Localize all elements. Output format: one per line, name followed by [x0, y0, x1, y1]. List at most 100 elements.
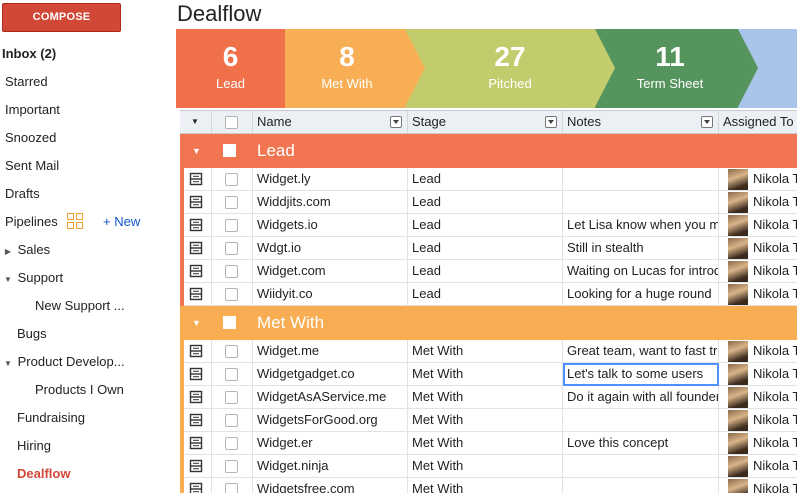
stage-term-sheet[interactable]: 11 Term Sheet — [595, 29, 738, 108]
row-expand-cell[interactable] — [180, 191, 212, 214]
cell-name[interactable]: WidgetsForGood.org — [253, 409, 408, 432]
expand-row-icon[interactable] — [189, 195, 203, 209]
row-expand-cell[interactable] — [180, 214, 212, 237]
cell-stage[interactable]: Met With — [408, 455, 563, 478]
caret-down-icon[interactable]: ▼ — [2, 350, 14, 376]
row-checkbox[interactable] — [225, 219, 238, 232]
cell-assigned[interactable]: Nikola T — [749, 283, 797, 306]
sidebar-item-dealflow[interactable]: Dealflow — [0, 460, 176, 488]
table-row[interactable]: Wiidyit.co Lead Looking for a huge round Ni… — [180, 283, 797, 306]
cell-notes[interactable]: Love this concept — [563, 432, 719, 455]
row-select-cell[interactable] — [212, 432, 253, 455]
row-checkbox[interactable] — [225, 173, 238, 186]
cell-assigned[interactable]: Nikola T — [749, 432, 797, 455]
table-row[interactable]: Widget.ninja Met With Nikola T — [180, 455, 797, 478]
cell-assigned[interactable]: Nikola T — [749, 191, 797, 214]
sidebar-item-new-support[interactable]: New Support ... — [0, 292, 176, 320]
row-expand-cell[interactable] — [180, 432, 212, 455]
cell-name[interactable]: Widgetgadget.co — [253, 363, 408, 386]
group-header[interactable]: ▼ Met With — [180, 306, 797, 340]
group-checkbox[interactable] — [223, 316, 236, 329]
header-name[interactable]: Name — [253, 111, 408, 133]
cell-assigned[interactable]: Nikola T — [749, 455, 797, 478]
cell-assigned[interactable]: Nikola T — [749, 409, 797, 432]
cell-notes[interactable] — [563, 191, 719, 214]
sidebar-item-pipelines[interactable]: Pipelines + New — [0, 208, 176, 236]
cell-name[interactable]: WidgetAsAService.me — [253, 386, 408, 409]
header-stage[interactable]: Stage — [408, 111, 563, 133]
expand-row-icon[interactable] — [189, 241, 203, 255]
cell-name[interactable]: Widdjits.com — [253, 191, 408, 214]
expand-row-icon[interactable] — [189, 367, 203, 381]
table-row[interactable]: Widdjits.com Lead Nikola T — [180, 191, 797, 214]
header-select-col[interactable] — [212, 111, 253, 133]
row-select-cell[interactable] — [212, 214, 253, 237]
sidebar-item-drafts[interactable]: Drafts — [0, 180, 176, 208]
cell-assigned[interactable]: Nikola T — [749, 363, 797, 386]
expand-row-icon[interactable] — [189, 287, 203, 301]
expand-row-icon[interactable] — [189, 344, 203, 358]
header-expand-col[interactable]: ▼ — [180, 111, 212, 133]
expand-row-icon[interactable] — [189, 172, 203, 186]
row-checkbox[interactable] — [225, 242, 238, 255]
sidebar-item-fundraising[interactable]: Fundraising — [0, 404, 176, 432]
stage-lead[interactable]: 6 Lead — [176, 29, 285, 108]
row-checkbox[interactable] — [225, 265, 238, 278]
cell-notes[interactable] — [563, 478, 719, 493]
expand-row-icon[interactable] — [189, 264, 203, 278]
row-expand-cell[interactable] — [180, 260, 212, 283]
table-row[interactable]: Widgets.io Lead Let Lisa know when you m Ni… — [180, 214, 797, 237]
row-select-cell[interactable] — [212, 409, 253, 432]
cell-assigned[interactable]: Nikola T — [749, 478, 797, 493]
cell-stage[interactable]: Lead — [408, 237, 563, 260]
cell-assigned[interactable]: Nikola T — [749, 237, 797, 260]
caret-down-icon[interactable]: ▼ — [191, 111, 199, 133]
cell-notes[interactable] — [563, 168, 719, 191]
stage-pitched[interactable]: 27 Pitched — [405, 29, 595, 108]
row-checkbox[interactable] — [225, 368, 238, 381]
caret-down-icon[interactable]: ▼ — [2, 266, 14, 292]
table-row[interactable]: WidgetAsAService.me Met With Do it again w… — [180, 386, 797, 409]
cell-name[interactable]: Wdgt.io — [253, 237, 408, 260]
cell-name[interactable]: Widget.me — [253, 340, 408, 363]
row-checkbox[interactable] — [225, 460, 238, 473]
new-pipeline-link[interactable]: + New — [103, 208, 140, 236]
row-checkbox[interactable] — [225, 196, 238, 209]
row-checkbox[interactable] — [225, 345, 238, 358]
cell-name[interactable]: Widget.ninja — [253, 455, 408, 478]
cell-notes[interactable]: Still in stealth — [563, 237, 719, 260]
cell-stage[interactable]: Lead — [408, 283, 563, 306]
row-select-cell[interactable] — [212, 260, 253, 283]
cell-stage[interactable]: Met With — [408, 409, 563, 432]
expand-row-icon[interactable] — [189, 413, 203, 427]
cell-name[interactable]: Widget.com — [253, 260, 408, 283]
row-expand-cell[interactable] — [180, 386, 212, 409]
column-dropdown-icon[interactable] — [545, 116, 557, 128]
cell-assigned[interactable]: Nikola T — [749, 214, 797, 237]
cell-stage[interactable]: Met With — [408, 386, 563, 409]
cell-assigned[interactable]: Nikola T — [749, 260, 797, 283]
cell-name[interactable]: Widget.ly — [253, 168, 408, 191]
row-expand-cell[interactable] — [180, 168, 212, 191]
table-row[interactable]: Widget.er Met With Love this concept Nikola… — [180, 432, 797, 455]
caret-down-icon[interactable]: ▼ — [192, 306, 201, 340]
sidebar-item-inbox[interactable]: Inbox (2) — [0, 40, 176, 68]
table-row[interactable]: Wdgt.io Lead Still in stealth Nikola T — [180, 237, 797, 260]
sidebar-item-product-development[interactable]: ▼ Product Develop... — [0, 348, 176, 376]
sidebar-item-important[interactable]: Important — [0, 96, 176, 124]
cell-assigned[interactable]: Nikola T — [749, 340, 797, 363]
row-select-cell[interactable] — [212, 340, 253, 363]
row-select-cell[interactable] — [212, 283, 253, 306]
sidebar-item-support[interactable]: ▼ Support — [0, 264, 176, 292]
row-checkbox[interactable] — [225, 391, 238, 404]
row-expand-cell[interactable] — [180, 283, 212, 306]
cell-stage[interactable]: Met With — [408, 432, 563, 455]
cell-name[interactable]: Wiidyit.co — [253, 283, 408, 306]
cell-name[interactable]: Widget.er — [253, 432, 408, 455]
row-checkbox[interactable] — [225, 288, 238, 301]
cell-notes[interactable] — [563, 455, 719, 478]
cell-name[interactable]: Widgets.io — [253, 214, 408, 237]
caret-down-icon[interactable]: ▼ — [192, 134, 201, 168]
expand-row-icon[interactable] — [189, 459, 203, 473]
cell-assigned[interactable]: Nikola T — [749, 168, 797, 191]
